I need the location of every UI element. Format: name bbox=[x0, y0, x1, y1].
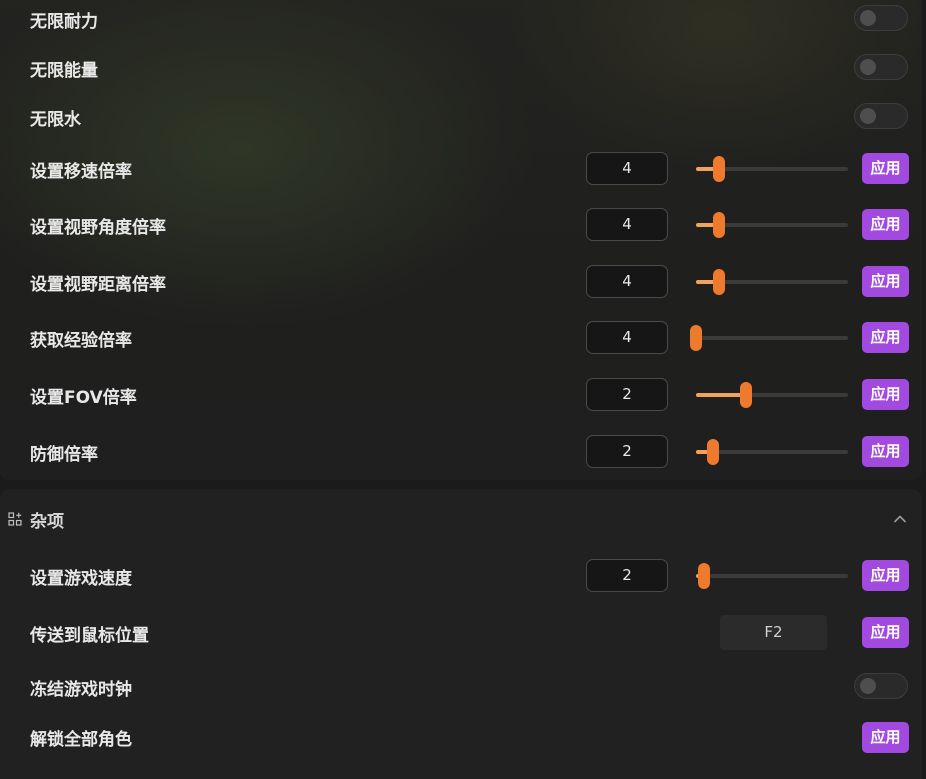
infinite-stamina-toggle[interactable] bbox=[854, 5, 908, 31]
unlock-characters-apply-button[interactable]: 应用 bbox=[862, 722, 909, 753]
slider-thumb[interactable] bbox=[713, 269, 725, 295]
fov-input[interactable]: 2 bbox=[586, 378, 668, 411]
defense-input[interactable]: 2 bbox=[586, 435, 668, 468]
toggle-knob bbox=[860, 59, 876, 75]
option-row-view-distance: 设置视野距离倍率 4 应用 bbox=[0, 265, 922, 298]
exp-rate-apply-button[interactable]: 应用 bbox=[862, 322, 909, 353]
view-distance-apply-button[interactable]: 应用 bbox=[862, 266, 909, 297]
option-label: 获取经验倍率 bbox=[30, 331, 132, 351]
option-row-infinite-stamina: 无限耐力 bbox=[0, 5, 922, 32]
view-distance-slider[interactable] bbox=[696, 269, 848, 295]
option-label: 设置游戏速度 bbox=[30, 569, 132, 589]
option-row-fov: 设置FOV倍率 2 应用 bbox=[0, 378, 922, 411]
option-row-view-angle: 设置视野角度倍率 4 应用 bbox=[0, 208, 922, 241]
move-speed-apply-button[interactable]: 应用 bbox=[862, 153, 909, 184]
option-label: 无限能量 bbox=[30, 61, 98, 81]
infinite-energy-toggle[interactable] bbox=[854, 54, 908, 80]
slider-thumb[interactable] bbox=[713, 212, 725, 238]
defense-slider[interactable] bbox=[696, 439, 848, 465]
slider-thumb[interactable] bbox=[713, 156, 725, 182]
grid-add-icon bbox=[8, 512, 22, 526]
option-label: 冻结游戏时钟 bbox=[30, 680, 132, 700]
option-row-exp-rate: 获取经验倍率 4 应用 bbox=[0, 321, 922, 354]
move-speed-input[interactable]: 4 bbox=[586, 152, 668, 185]
slider-thumb[interactable] bbox=[690, 325, 702, 351]
option-row-move-speed: 设置移速倍率 4 应用 bbox=[0, 152, 922, 185]
exp-rate-input[interactable]: 4 bbox=[586, 321, 668, 354]
slider-thumb[interactable] bbox=[740, 382, 752, 408]
option-label: 解锁全部角色 bbox=[30, 730, 132, 750]
view-angle-apply-button[interactable]: 应用 bbox=[862, 209, 909, 240]
slider-thumb[interactable] bbox=[698, 563, 710, 589]
fov-apply-button[interactable]: 应用 bbox=[862, 379, 909, 410]
game-speed-apply-button[interactable]: 应用 bbox=[862, 560, 909, 591]
option-label: 无限水 bbox=[30, 110, 81, 130]
fov-slider[interactable] bbox=[696, 382, 848, 408]
option-row-freeze-clock: 冻结游戏时钟 bbox=[0, 673, 922, 700]
freeze-clock-toggle[interactable] bbox=[854, 673, 908, 699]
exp-rate-slider[interactable] bbox=[690, 325, 848, 351]
teleport-apply-button[interactable]: 应用 bbox=[862, 617, 909, 648]
game-speed-slider[interactable] bbox=[696, 563, 848, 589]
infinite-water-toggle[interactable] bbox=[854, 103, 908, 129]
option-label: 设置视野距离倍率 bbox=[30, 275, 166, 295]
option-row-infinite-energy: 无限能量 bbox=[0, 54, 922, 81]
option-label: 设置FOV倍率 bbox=[30, 388, 137, 408]
move-speed-slider[interactable] bbox=[696, 156, 848, 182]
option-row-game-speed: 设置游戏速度 2 应用 bbox=[0, 559, 922, 592]
view-angle-input[interactable]: 4 bbox=[586, 208, 668, 241]
option-label: 设置移速倍率 bbox=[30, 162, 132, 182]
section-title: 杂项 bbox=[30, 512, 64, 532]
defense-apply-button[interactable]: 应用 bbox=[862, 436, 909, 467]
chevron-up-icon[interactable] bbox=[892, 511, 908, 527]
misc-section-header[interactable]: 杂项 bbox=[0, 503, 922, 533]
option-label: 传送到鼠标位置 bbox=[30, 626, 149, 646]
option-row-infinite-water: 无限水 bbox=[0, 103, 922, 130]
hotkey-field[interactable]: F2 bbox=[720, 615, 827, 650]
view-distance-input[interactable]: 4 bbox=[586, 265, 668, 298]
option-label: 防御倍率 bbox=[30, 445, 98, 465]
toggle-knob bbox=[860, 10, 876, 26]
option-row-defense: 防御倍率 2 应用 bbox=[0, 435, 922, 468]
option-row-unlock-characters: 解锁全部角色 应用 bbox=[0, 722, 922, 753]
toggle-knob bbox=[860, 678, 876, 694]
option-label: 设置视野角度倍率 bbox=[30, 218, 166, 238]
game-speed-input[interactable]: 2 bbox=[586, 559, 668, 592]
slider-thumb[interactable] bbox=[707, 439, 719, 465]
option-label: 无限耐力 bbox=[30, 12, 98, 32]
option-row-teleport: 传送到鼠标位置 F2 应用 bbox=[0, 615, 922, 650]
view-angle-slider[interactable] bbox=[696, 212, 848, 238]
toggle-knob bbox=[860, 108, 876, 124]
